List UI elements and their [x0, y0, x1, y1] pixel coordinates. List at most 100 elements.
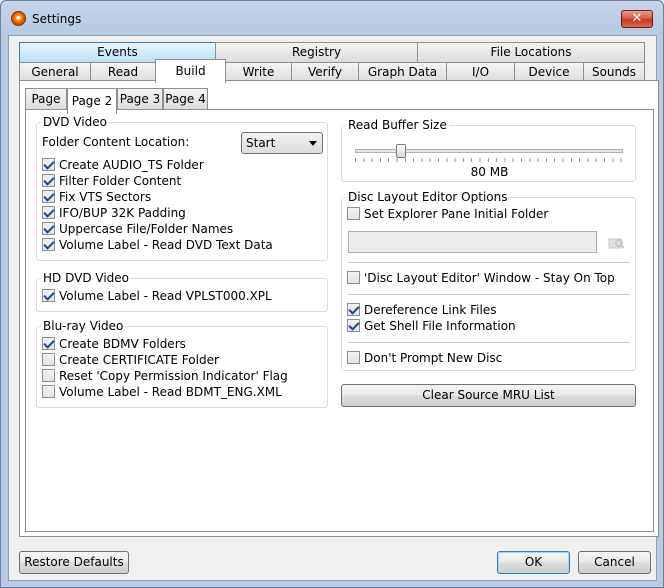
tab-io[interactable]: I/O [446, 62, 515, 82]
subtab-page-4[interactable]: Page 4 [163, 88, 208, 110]
page-2-content: DVD Video Folder Content Location: Start… [25, 109, 654, 532]
checkbox-label: Set Explorer Pane Initial Folder [364, 207, 549, 221]
tab-verify[interactable]: Verify [291, 62, 359, 82]
create-audio-ts-checkbox[interactable]: Create AUDIO_TS Folder [42, 158, 204, 174]
folder-content-location-value: Start [246, 136, 276, 150]
tab-write[interactable]: Write [225, 62, 292, 82]
disc-layout-editor-title: Disc Layout Editor Options [346, 190, 510, 204]
tab-device[interactable]: Device [514, 62, 584, 82]
close-icon: ✕ [631, 11, 643, 26]
stay-on-top-checkbox[interactable]: 'Disc Layout Editor' Window - Stay On To… [347, 271, 615, 287]
checkbox-box [42, 190, 55, 203]
get-shell-info-checkbox[interactable]: Get Shell File Information [347, 319, 516, 335]
dvd-video-group: DVD Video Folder Content Location: Start… [36, 115, 328, 261]
checkbox-box [42, 369, 55, 382]
checkbox-box [42, 353, 55, 366]
volume-label-bdmt-checkbox[interactable]: Volume Label - Read BDMT_ENG.XML [42, 385, 282, 401]
buffer-size-value: 80 MB [470, 165, 509, 179]
checkbox-box [347, 303, 360, 316]
divider [348, 262, 630, 263]
divider [348, 294, 630, 295]
checkbox-box [347, 271, 360, 284]
checkbox-label: IFO/BUP 32K Padding [59, 206, 186, 220]
checkbox-label: Volume Label - Read BDMT_ENG.XML [59, 385, 282, 399]
checkbox-box [42, 289, 55, 302]
divider [348, 342, 630, 343]
checkbox-label: Don't Prompt New Disc [364, 351, 503, 365]
bluray-video-group: Blu-ray Video Create BDMV Folders Create… [36, 319, 328, 408]
disc-layout-editor-group: Disc Layout Editor Options Set Explorer … [341, 190, 636, 371]
checkbox-label: Volume Label - Read DVD Text Data [59, 238, 273, 252]
ok-button[interactable]: OK [497, 551, 570, 574]
close-button[interactable]: ✕ [621, 10, 653, 28]
checkbox-label: Volume Label - Read VPLST000.XPL [59, 289, 272, 303]
checkbox-box [42, 174, 55, 187]
tab-general[interactable]: General [19, 62, 91, 82]
checkbox-box [347, 351, 360, 364]
dialog-client: Events Registry File Locations General R… [8, 35, 659, 581]
dvd-video-title: DVD Video [41, 115, 109, 129]
checkbox-label: Get Shell File Information [364, 319, 516, 333]
checkbox-box [42, 337, 55, 350]
slider-ticks [355, 158, 623, 162]
bluray-video-title: Blu-ray Video [41, 319, 126, 333]
clear-source-mru-button[interactable]: Clear Source MRU List [341, 384, 636, 407]
hd-dvd-video-title: HD DVD Video [41, 271, 131, 285]
subtab-page-1[interactable]: Page 1 [25, 88, 67, 127]
checkbox-label: Filter Folder Content [59, 174, 182, 188]
read-buffer-title: Read Buffer Size [346, 118, 449, 132]
subtab-page-3[interactable]: Page 3 [117, 88, 163, 110]
checkbox-label: Dereference Link Files [364, 303, 497, 317]
checkbox-label: Create CERTIFICATE Folder [59, 353, 219, 367]
fix-vts-sectors-checkbox[interactable]: Fix VTS Sectors [42, 190, 151, 206]
tab-build[interactable]: Build [155, 59, 226, 83]
window-title: Settings [32, 12, 82, 26]
create-certificate-checkbox[interactable]: Create CERTIFICATE Folder [42, 353, 219, 369]
create-bdmv-checkbox[interactable]: Create BDMV Folders [42, 337, 186, 353]
checkbox-label: Create AUDIO_TS Folder [59, 158, 204, 172]
explorer-folder-input[interactable] [348, 231, 597, 253]
checkbox-box [347, 319, 360, 332]
checkbox-box [42, 158, 55, 171]
tab-file-locations[interactable]: File Locations [417, 42, 645, 62]
chevron-down-icon [309, 141, 317, 146]
hd-dvd-video-group: HD DVD Video Volume Label - Read VPLST00… [36, 271, 328, 312]
tab-sounds[interactable]: Sounds [583, 62, 645, 82]
tab-read[interactable]: Read [90, 62, 156, 82]
volume-label-vplst-checkbox[interactable]: Volume Label - Read VPLST000.XPL [42, 289, 272, 305]
checkbox-label: Uppercase File/Folder Names [59, 222, 234, 236]
dereference-link-files-checkbox[interactable]: Dereference Link Files [347, 303, 496, 319]
settings-window: Settings ✕ Events Registry File Location… [0, 0, 664, 588]
title-bar: Settings ✕ [1, 1, 663, 37]
checkbox-box [42, 385, 55, 398]
checkbox-box [42, 222, 55, 235]
tab-row-bottom: General Read Build Write Verify Graph Da… [19, 59, 659, 83]
folder-content-location-label: Folder Content Location: [42, 135, 190, 149]
checkbox-label: 'Disc Layout Editor' Window - Stay On To… [364, 271, 615, 285]
build-tab-page: Page 1 Page 2 Page 3 Page 4 DVD Video Fo… [19, 80, 659, 537]
set-explorer-pane-checkbox[interactable]: Set Explorer Pane Initial Folder [347, 207, 548, 223]
ifo-bup-padding-checkbox[interactable]: IFO/BUP 32K Padding [42, 206, 186, 222]
buffer-slider-thumb[interactable] [395, 144, 406, 158]
volume-label-dvd-text-checkbox[interactable]: Volume Label - Read DVD Text Data [42, 238, 273, 254]
dont-prompt-new-disc-checkbox[interactable]: Don't Prompt New Disc [347, 351, 502, 367]
checkbox-box [42, 206, 55, 219]
checkbox-box [347, 207, 360, 220]
checkbox-label: Reset 'Copy Permission Indicator' Flag [59, 369, 288, 383]
uppercase-names-checkbox[interactable]: Uppercase File/Folder Names [42, 222, 233, 238]
filter-folder-content-checkbox[interactable]: Filter Folder Content [42, 174, 181, 190]
restore-defaults-button[interactable]: Restore Defaults [19, 551, 129, 574]
browse-folder-icon[interactable] [607, 233, 625, 251]
tab-graph-data[interactable]: Graph Data [358, 62, 447, 82]
checkbox-box [42, 238, 55, 251]
cancel-button[interactable]: Cancel [578, 551, 651, 574]
checkbox-label: Create BDMV Folders [59, 337, 186, 351]
folder-content-location-dropdown[interactable]: Start [241, 132, 323, 154]
tab-registry[interactable]: Registry [215, 42, 418, 62]
subtab-page-2[interactable]: Page 2 [67, 88, 117, 114]
tab-row-top: Events Registry File Locations [19, 42, 659, 62]
reset-copy-permission-checkbox[interactable]: Reset 'Copy Permission Indicator' Flag [42, 369, 288, 385]
read-buffer-group: Read Buffer Size 80 MB [341, 118, 636, 182]
app-disc-icon [11, 11, 26, 26]
checkbox-label: Fix VTS Sectors [59, 190, 152, 204]
